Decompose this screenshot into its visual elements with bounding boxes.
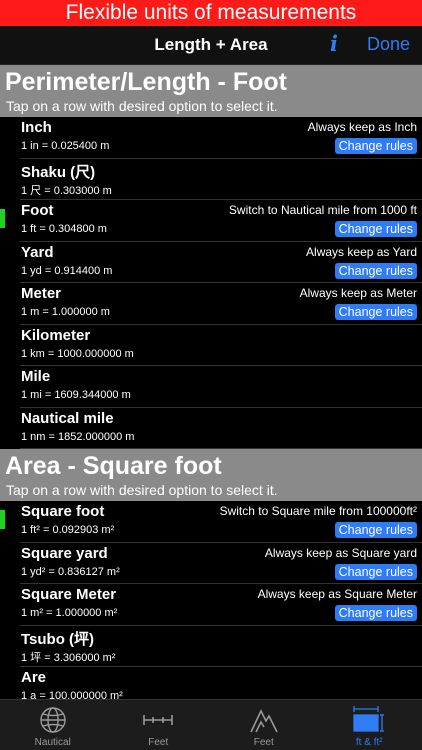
- tab-label: Feet: [253, 737, 274, 748]
- section-hint: Tap on a row with desired option to sele…: [6, 98, 278, 114]
- selected-indicator: [0, 209, 5, 228]
- unit-row-tsubo[interactable]: Tsubo (坪) 1 坪 = 3.306000 m²: [20, 626, 422, 667]
- unit-row-square-foot[interactable]: Square foot 1 ft² = 0.092903 m² Switch t…: [0, 501, 422, 543]
- change-rules-button[interactable]: Change rules: [334, 262, 417, 279]
- unit-name: Square yard: [21, 544, 108, 562]
- app-banner: Flexible units of measurements: [0, 0, 422, 26]
- unit-row-mile[interactable]: Mile 1 mi = 1609.344000 m: [20, 366, 422, 408]
- unit-conversion: 1 nm = 1852.000000 m: [21, 430, 135, 443]
- globe-icon: [0, 705, 106, 735]
- unit-conversion: 1 ft² = 0.092903 m²: [21, 524, 115, 536]
- unit-row-foot[interactable]: Foot 1 ft = 0.304800 m Switch to Nautica…: [0, 200, 422, 242]
- tab-label: Nautical: [34, 737, 71, 748]
- unit-conversion: 1 尺 = 0.303000 m: [21, 184, 112, 197]
- change-rules-button[interactable]: Change rules: [334, 605, 417, 621]
- unit-name: Meter: [21, 285, 62, 302]
- change-rules-button[interactable]: Change rules: [334, 138, 417, 154]
- unit-name: Square Meter: [21, 586, 117, 603]
- unit-row-yard[interactable]: Yard 1 yd = 0.914400 m Always keep as Ya…: [20, 242, 422, 283]
- area-section-header: Area - Square foot Tap on a row with des…: [0, 449, 422, 501]
- unit-row-shaku[interactable]: Shaku (尺) 1 尺 = 0.303000 m: [20, 159, 422, 200]
- change-rules-button[interactable]: Change rules: [334, 221, 417, 237]
- done-button[interactable]: Done: [367, 34, 410, 55]
- change-rules-button[interactable]: Change rules: [334, 522, 417, 538]
- unit-name: Tsubo (坪): [21, 630, 95, 648]
- unit-rule: Always keep as Square yard: [264, 545, 417, 560]
- unit-rule: Switch to Square mile from 100000ft²: [219, 504, 417, 518]
- unit-row-square-yard[interactable]: Square yard 1 yd² = 0.836127 m² Always k…: [20, 543, 422, 584]
- tab-ft-and-ft2[interactable]: ft & ft²: [317, 700, 422, 750]
- unit-name: Square foot: [21, 503, 105, 520]
- unit-conversion: 1 yd = 0.914400 m: [21, 264, 113, 277]
- tab-feet-mountain[interactable]: Feet: [211, 700, 317, 750]
- unit-name: Shaku (尺): [21, 163, 96, 181]
- section-hint: Tap on a row with desired option to sele…: [6, 482, 278, 498]
- unit-conversion: 1 坪 = 3.306000 m²: [21, 651, 116, 664]
- unit-conversion: 1 km = 1000.000000 m: [21, 347, 134, 360]
- tab-label: Feet: [148, 737, 169, 748]
- unit-name: Nautical mile: [21, 409, 114, 427]
- unit-rule: Always keep as Square Meter: [257, 587, 417, 601]
- navigation-bar: Length + Area i Done: [0, 26, 422, 65]
- unit-conversion: 1 m² = 1.000000 m²: [21, 607, 118, 619]
- info-icon[interactable]: i: [330, 31, 338, 56]
- unit-name: Yard: [21, 243, 54, 261]
- unit-rule: Always keep as Meter: [299, 286, 417, 300]
- tab-nautical[interactable]: Nautical: [0, 700, 106, 750]
- unit-rule: Always keep as Yard: [306, 244, 417, 259]
- page-title: Length + Area: [154, 35, 268, 54]
- unit-name: Kilometer: [21, 326, 91, 344]
- selected-indicator: [0, 510, 5, 529]
- unit-name: Mile: [21, 368, 51, 385]
- tab-label: ft & ft²: [355, 737, 383, 748]
- unit-row-inch[interactable]: Inch 1 in = 0.025400 m Always keep as In…: [20, 117, 422, 159]
- change-rules-button[interactable]: Change rules: [334, 563, 417, 580]
- section-title: Perimeter/Length - Foot: [5, 68, 287, 96]
- tab-bar: Nautical Feet Feet ft & ft²: [0, 699, 422, 750]
- unit-conversion: 1 in = 0.025400 m: [21, 140, 110, 152]
- unit-row-kilometer[interactable]: Kilometer 1 km = 1000.000000 m: [20, 325, 422, 366]
- unit-conversion: 1 yd² = 0.836127 m²: [21, 565, 120, 578]
- unit-conversion: 1 ft = 0.304800 m: [21, 223, 107, 235]
- perimeter-section-header: Perimeter/Length - Foot Tap on a row wit…: [0, 65, 422, 117]
- unit-row-nautical-mile[interactable]: Nautical mile 1 nm = 1852.000000 m: [20, 408, 422, 449]
- unit-rule: Always keep as Inch: [307, 120, 417, 134]
- unit-rule: Switch to Nautical mile from 1000 ft: [228, 203, 417, 217]
- section-title: Area - Square foot: [5, 452, 222, 480]
- unit-conversion: 1 m = 1.000000 m: [21, 306, 110, 318]
- change-rules-button[interactable]: Change rules: [334, 304, 417, 320]
- unit-row-meter[interactable]: Meter 1 m = 1.000000 m Always keep as Me…: [20, 283, 422, 325]
- area-icon: [317, 705, 422, 735]
- unit-name: Foot: [21, 202, 54, 219]
- ruler-icon: [106, 705, 212, 735]
- tab-feet-ruler[interactable]: Feet: [106, 700, 212, 750]
- unit-name: Inch: [21, 119, 52, 136]
- unit-conversion: 1 mi = 1609.344000 m: [21, 389, 131, 401]
- unit-row-square-meter[interactable]: Square Meter 1 m² = 1.000000 m² Always k…: [20, 584, 422, 626]
- unit-name: Are: [21, 669, 47, 686]
- mountain-icon: [211, 705, 317, 735]
